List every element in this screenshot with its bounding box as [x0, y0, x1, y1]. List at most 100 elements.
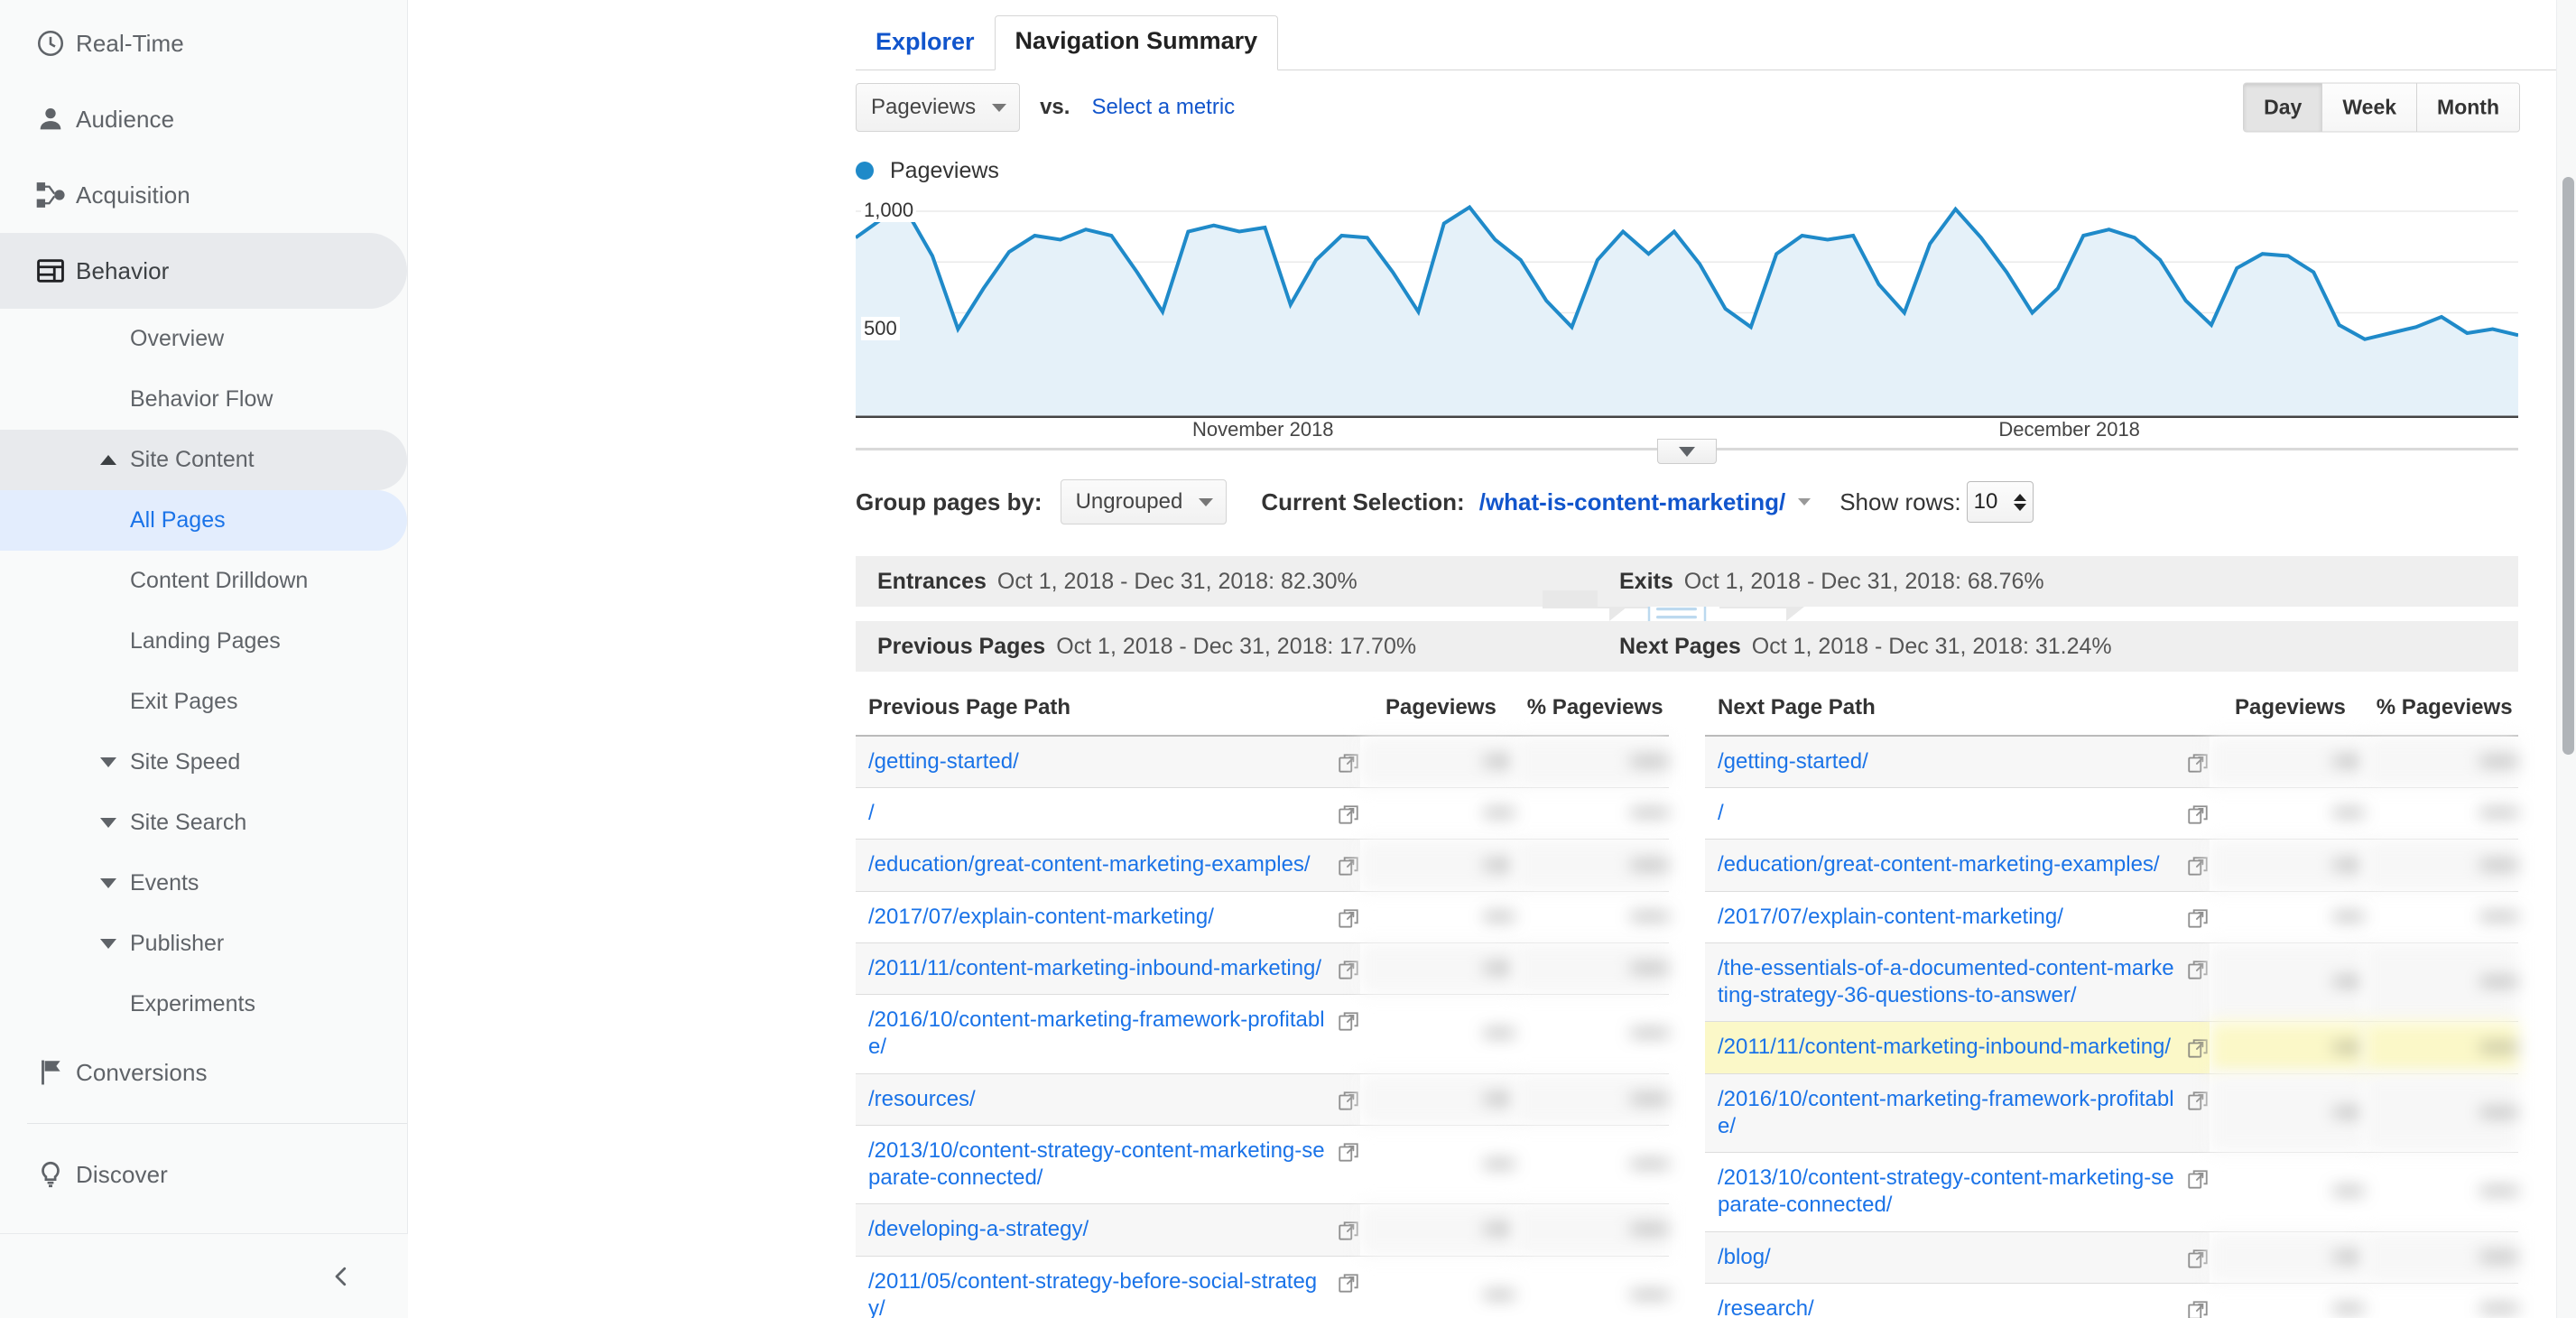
- sidebar-item-site-speed[interactable]: Site Speed: [0, 732, 407, 793]
- table-row[interactable]: / •••• •••••: [1705, 787, 2518, 840]
- page-scrollbar[interactable]: [2556, 0, 2576, 1318]
- show-rows-stepper[interactable]: 10: [1966, 481, 2034, 523]
- page-path-link[interactable]: /2013/10/content-strategy-content-market…: [1718, 1165, 2174, 1217]
- table-row[interactable]: /2011/11/content-marketing-inbound-marke…: [856, 942, 1669, 996]
- stepper-arrows-icon[interactable]: [2013, 493, 2026, 511]
- table-row[interactable]: /2011/05/content-strategy-before-social-…: [856, 1256, 1669, 1318]
- open-in-new-icon[interactable]: [2186, 752, 2210, 775]
- page-path-link[interactable]: /2016/10/content-marketing-framework-pro…: [868, 1007, 1325, 1059]
- table-row[interactable]: /resources/ •••• •••••: [856, 1073, 1669, 1126]
- column-header-pct-pageviews[interactable]: % Pageviews: [1514, 695, 1669, 737]
- granularity-day-button[interactable]: Day: [2244, 83, 2323, 132]
- chevron-left-icon[interactable]: [323, 1258, 359, 1295]
- sidebar-item-experiments[interactable]: Experiments: [0, 974, 407, 1035]
- page-path-link[interactable]: /2011/05/content-strategy-before-social-…: [868, 1269, 1317, 1318]
- page-path-link[interactable]: /getting-started/: [1718, 749, 1868, 774]
- open-in-new-icon[interactable]: [2186, 855, 2210, 878]
- column-header-pageviews[interactable]: Pageviews: [1359, 695, 1515, 737]
- open-in-new-icon[interactable]: [1337, 855, 1360, 878]
- open-in-new-icon[interactable]: [2186, 1299, 2210, 1318]
- table-row[interactable]: /2013/10/content-strategy-content-market…: [1705, 1152, 2518, 1232]
- column-header-next-page-path[interactable]: Next Page Path: [1705, 695, 2210, 737]
- open-in-new-icon[interactable]: [1337, 752, 1360, 775]
- page-path-link[interactable]: /2011/11/content-marketing-inbound-marke…: [868, 956, 1321, 980]
- chevron-down-icon[interactable]: [1798, 498, 1812, 506]
- page-path-link[interactable]: /education/great-content-marketing-examp…: [1718, 852, 2160, 877]
- sidebar-item-site-content[interactable]: Site Content: [0, 430, 407, 490]
- tab-navigation-summary[interactable]: Navigation Summary: [994, 15, 1279, 70]
- sidebar-item-exit-pages[interactable]: Exit Pages: [0, 672, 407, 732]
- sidebar-item-discover[interactable]: Discover: [0, 1137, 407, 1212]
- open-in-new-icon[interactable]: [2186, 1168, 2210, 1192]
- open-in-new-icon[interactable]: [2186, 907, 2210, 931]
- sidebar-item-overview[interactable]: Overview: [0, 309, 407, 369]
- table-row[interactable]: /2016/10/content-marketing-framework-pro…: [856, 994, 1669, 1074]
- column-header-previous-page-path[interactable]: Previous Page Path: [856, 695, 1360, 737]
- page-path-link[interactable]: /2017/07/explain-content-marketing/: [868, 905, 1214, 929]
- table-row[interactable]: /2017/07/explain-content-marketing/ •••• •…: [1705, 891, 2518, 943]
- open-in-new-icon[interactable]: [1337, 1010, 1360, 1034]
- page-path-link[interactable]: /developing-a-strategy/: [868, 1217, 1089, 1241]
- table-row[interactable]: /the-essentials-of-a-documented-content-…: [1705, 942, 2518, 1023]
- table-row[interactable]: /getting-started/ •••• •••••: [1705, 736, 2518, 789]
- select-a-metric-link[interactable]: Select a metric: [1091, 95, 1235, 120]
- page-path-link[interactable]: /resources/: [868, 1087, 976, 1111]
- table-row[interactable]: /education/great-content-marketing-examp…: [856, 839, 1669, 892]
- table-row[interactable]: /education/great-content-marketing-examp…: [1705, 839, 2518, 892]
- sidebar-item-content-drilldown[interactable]: Content Drilldown: [0, 551, 407, 611]
- sidebar-item-publisher[interactable]: Publisher: [0, 914, 407, 974]
- table-row[interactable]: /2016/10/content-marketing-framework-pro…: [1705, 1073, 2518, 1154]
- scrollbar-thumb[interactable]: [2562, 177, 2574, 755]
- open-in-new-icon[interactable]: [1337, 907, 1360, 931]
- page-path-link[interactable]: /the-essentials-of-a-documented-content-…: [1718, 956, 2174, 1007]
- open-in-new-icon[interactable]: [2186, 1090, 2210, 1113]
- open-in-new-icon[interactable]: [1337, 1090, 1360, 1113]
- pageviews-chart[interactable]: 1,000 500 November 2018 December 2018: [856, 197, 2518, 441]
- table-row[interactable]: /developing-a-strategy/ •••• •••••: [856, 1203, 1669, 1257]
- sidebar-item-landing-pages[interactable]: Landing Pages: [0, 611, 407, 672]
- open-in-new-icon[interactable]: [1337, 1272, 1360, 1295]
- page-path-link[interactable]: /2013/10/content-strategy-content-market…: [868, 1138, 1325, 1190]
- table-row[interactable]: /blog/ •••• •••••: [1705, 1231, 2518, 1284]
- table-row[interactable]: /2013/10/content-strategy-content-market…: [856, 1125, 1669, 1205]
- column-header-pageviews[interactable]: Pageviews: [2209, 695, 2364, 737]
- sidebar-item-conversions[interactable]: Conversions: [0, 1035, 407, 1110]
- open-in-new-icon[interactable]: [1337, 1141, 1360, 1165]
- granularity-week-button[interactable]: Week: [2322, 83, 2418, 132]
- sidebar-item-real-time[interactable]: Real-Time: [0, 5, 407, 81]
- current-selection-value[interactable]: /what-is-content-marketing/: [1479, 488, 1785, 516]
- open-in-new-icon[interactable]: [2186, 1248, 2210, 1271]
- sidebar-item-site-search[interactable]: Site Search: [0, 793, 407, 853]
- sidebar-item-acquisition[interactable]: Acquisition: [0, 157, 407, 233]
- page-path-link[interactable]: /research/: [1718, 1296, 1814, 1318]
- open-in-new-icon[interactable]: [1337, 803, 1360, 827]
- open-in-new-icon[interactable]: [2186, 803, 2210, 827]
- page-path-link[interactable]: /blog/: [1718, 1245, 1771, 1269]
- chart-range-slider[interactable]: [856, 439, 2518, 464]
- sidebar-item-behavior[interactable]: Behavior: [0, 233, 407, 309]
- granularity-month-button[interactable]: Month: [2417, 83, 2519, 132]
- sidebar-item-events[interactable]: Events: [0, 853, 407, 914]
- page-path-link[interactable]: /: [868, 801, 875, 825]
- chart-collapse-handle[interactable]: [1657, 439, 1717, 464]
- page-path-link[interactable]: /getting-started/: [868, 749, 1019, 774]
- table-row[interactable]: /2011/11/content-marketing-inbound-marke…: [1705, 1021, 2518, 1074]
- table-row[interactable]: /research/ •••• •••••: [1705, 1283, 2518, 1318]
- table-row[interactable]: /2017/07/explain-content-marketing/ •••• •…: [856, 891, 1669, 943]
- open-in-new-icon[interactable]: [2186, 1037, 2210, 1061]
- tab-explorer[interactable]: Explorer: [856, 28, 995, 70]
- table-row[interactable]: /getting-started/ •••• •••••: [856, 736, 1669, 789]
- open-in-new-icon[interactable]: [1337, 959, 1360, 982]
- primary-metric-dropdown[interactable]: Pageviews: [856, 83, 1021, 132]
- sidebar-item-behavior-flow[interactable]: Behavior Flow: [0, 369, 407, 430]
- page-path-link[interactable]: /2016/10/content-marketing-framework-pro…: [1718, 1087, 2174, 1138]
- sidebar-item-audience[interactable]: Audience: [0, 81, 407, 157]
- column-header-pct-pageviews[interactable]: % Pageviews: [2363, 695, 2518, 737]
- table-row[interactable]: / •••• •••••: [856, 787, 1669, 840]
- page-path-link[interactable]: /education/great-content-marketing-examp…: [868, 852, 1311, 877]
- group-pages-by-dropdown[interactable]: Ungrouped: [1060, 479, 1228, 524]
- page-path-link[interactable]: /2011/11/content-marketing-inbound-marke…: [1718, 1035, 2171, 1059]
- page-path-link[interactable]: /: [1718, 801, 1724, 825]
- page-path-link[interactable]: /2017/07/explain-content-marketing/: [1718, 905, 2063, 929]
- open-in-new-icon[interactable]: [1337, 1220, 1360, 1243]
